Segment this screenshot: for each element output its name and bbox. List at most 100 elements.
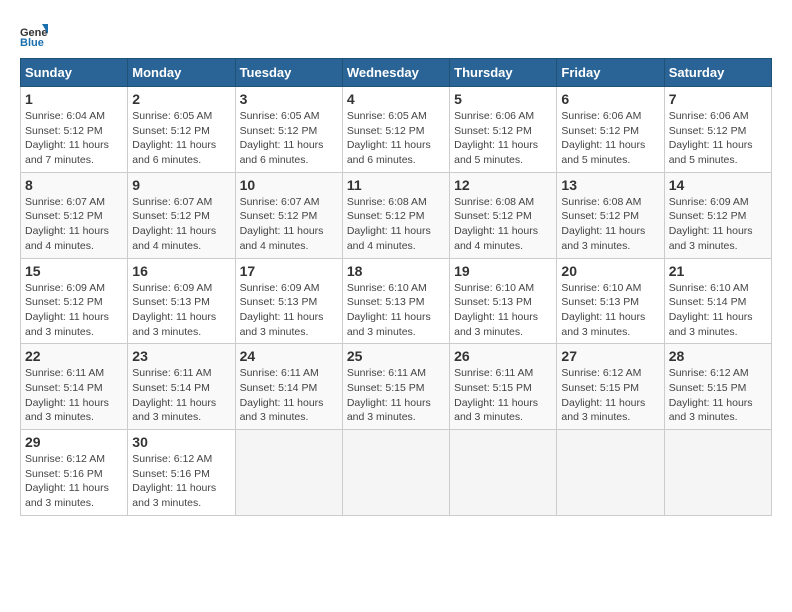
day-number: 4: [347, 91, 445, 107]
day-number: 21: [669, 263, 767, 279]
calendar-day-cell: 18 Sunrise: 6:10 AM Sunset: 5:13 PM Dayl…: [342, 258, 449, 344]
weekday-header: Sunday: [21, 59, 128, 87]
day-info: Sunrise: 6:11 AM Sunset: 5:15 PM Dayligh…: [347, 366, 445, 425]
header: General Blue: [20, 20, 772, 48]
day-info: Sunrise: 6:09 AM Sunset: 5:13 PM Dayligh…: [240, 281, 338, 340]
calendar-day-cell: 30 Sunrise: 6:12 AM Sunset: 5:16 PM Dayl…: [128, 430, 235, 516]
calendar-day-cell: 29 Sunrise: 6:12 AM Sunset: 5:16 PM Dayl…: [21, 430, 128, 516]
day-info: Sunrise: 6:10 AM Sunset: 5:13 PM Dayligh…: [561, 281, 659, 340]
day-number: 24: [240, 348, 338, 364]
calendar-day-cell: [235, 430, 342, 516]
day-info: Sunrise: 6:07 AM Sunset: 5:12 PM Dayligh…: [132, 195, 230, 254]
day-number: 9: [132, 177, 230, 193]
day-number: 6: [561, 91, 659, 107]
day-number: 14: [669, 177, 767, 193]
calendar-day-cell: 22 Sunrise: 6:11 AM Sunset: 5:14 PM Dayl…: [21, 344, 128, 430]
day-info: Sunrise: 6:06 AM Sunset: 5:12 PM Dayligh…: [561, 109, 659, 168]
calendar-day-cell: 5 Sunrise: 6:06 AM Sunset: 5:12 PM Dayli…: [450, 87, 557, 173]
calendar-table: SundayMondayTuesdayWednesdayThursdayFrid…: [20, 58, 772, 516]
day-number: 12: [454, 177, 552, 193]
day-info: Sunrise: 6:05 AM Sunset: 5:12 PM Dayligh…: [240, 109, 338, 168]
day-number: 5: [454, 91, 552, 107]
calendar-day-cell: 17 Sunrise: 6:09 AM Sunset: 5:13 PM Dayl…: [235, 258, 342, 344]
calendar-day-cell: 12 Sunrise: 6:08 AM Sunset: 5:12 PM Dayl…: [450, 172, 557, 258]
calendar-day-cell: 10 Sunrise: 6:07 AM Sunset: 5:12 PM Dayl…: [235, 172, 342, 258]
day-info: Sunrise: 6:08 AM Sunset: 5:12 PM Dayligh…: [561, 195, 659, 254]
calendar-day-cell: 27 Sunrise: 6:12 AM Sunset: 5:15 PM Dayl…: [557, 344, 664, 430]
day-info: Sunrise: 6:12 AM Sunset: 5:16 PM Dayligh…: [25, 452, 123, 511]
weekday-header: Monday: [128, 59, 235, 87]
day-number: 28: [669, 348, 767, 364]
calendar-day-cell: 23 Sunrise: 6:11 AM Sunset: 5:14 PM Dayl…: [128, 344, 235, 430]
day-info: Sunrise: 6:09 AM Sunset: 5:12 PM Dayligh…: [669, 195, 767, 254]
day-info: Sunrise: 6:11 AM Sunset: 5:14 PM Dayligh…: [25, 366, 123, 425]
day-info: Sunrise: 6:10 AM Sunset: 5:13 PM Dayligh…: [454, 281, 552, 340]
day-number: 8: [25, 177, 123, 193]
day-number: 25: [347, 348, 445, 364]
day-info: Sunrise: 6:12 AM Sunset: 5:16 PM Dayligh…: [132, 452, 230, 511]
calendar-day-cell: 25 Sunrise: 6:11 AM Sunset: 5:15 PM Dayl…: [342, 344, 449, 430]
day-info: Sunrise: 6:11 AM Sunset: 5:14 PM Dayligh…: [240, 366, 338, 425]
calendar-week-row: 8 Sunrise: 6:07 AM Sunset: 5:12 PM Dayli…: [21, 172, 772, 258]
day-info: Sunrise: 6:10 AM Sunset: 5:13 PM Dayligh…: [347, 281, 445, 340]
day-number: 23: [132, 348, 230, 364]
calendar-week-row: 15 Sunrise: 6:09 AM Sunset: 5:12 PM Dayl…: [21, 258, 772, 344]
calendar-day-cell: 11 Sunrise: 6:08 AM Sunset: 5:12 PM Dayl…: [342, 172, 449, 258]
day-info: Sunrise: 6:10 AM Sunset: 5:14 PM Dayligh…: [669, 281, 767, 340]
calendar-day-cell: 8 Sunrise: 6:07 AM Sunset: 5:12 PM Dayli…: [21, 172, 128, 258]
calendar-day-cell: 19 Sunrise: 6:10 AM Sunset: 5:13 PM Dayl…: [450, 258, 557, 344]
day-info: Sunrise: 6:08 AM Sunset: 5:12 PM Dayligh…: [347, 195, 445, 254]
day-number: 13: [561, 177, 659, 193]
weekday-header: Friday: [557, 59, 664, 87]
calendar-day-cell: 9 Sunrise: 6:07 AM Sunset: 5:12 PM Dayli…: [128, 172, 235, 258]
day-number: 27: [561, 348, 659, 364]
day-number: 11: [347, 177, 445, 193]
day-number: 7: [669, 91, 767, 107]
weekday-header-row: SundayMondayTuesdayWednesdayThursdayFrid…: [21, 59, 772, 87]
calendar-day-cell: 6 Sunrise: 6:06 AM Sunset: 5:12 PM Dayli…: [557, 87, 664, 173]
day-info: Sunrise: 6:05 AM Sunset: 5:12 PM Dayligh…: [347, 109, 445, 168]
calendar-day-cell: 2 Sunrise: 6:05 AM Sunset: 5:12 PM Dayli…: [128, 87, 235, 173]
day-number: 17: [240, 263, 338, 279]
day-info: Sunrise: 6:12 AM Sunset: 5:15 PM Dayligh…: [561, 366, 659, 425]
day-info: Sunrise: 6:09 AM Sunset: 5:13 PM Dayligh…: [132, 281, 230, 340]
calendar-day-cell: 21 Sunrise: 6:10 AM Sunset: 5:14 PM Dayl…: [664, 258, 771, 344]
weekday-header: Wednesday: [342, 59, 449, 87]
calendar-day-cell: 1 Sunrise: 6:04 AM Sunset: 5:12 PM Dayli…: [21, 87, 128, 173]
logo-icon: General Blue: [20, 20, 48, 48]
calendar-day-cell: 15 Sunrise: 6:09 AM Sunset: 5:12 PM Dayl…: [21, 258, 128, 344]
day-number: 26: [454, 348, 552, 364]
day-number: 22: [25, 348, 123, 364]
calendar-day-cell: [557, 430, 664, 516]
svg-text:Blue: Blue: [20, 37, 44, 48]
day-info: Sunrise: 6:07 AM Sunset: 5:12 PM Dayligh…: [240, 195, 338, 254]
day-number: 10: [240, 177, 338, 193]
calendar-week-row: 22 Sunrise: 6:11 AM Sunset: 5:14 PM Dayl…: [21, 344, 772, 430]
day-info: Sunrise: 6:07 AM Sunset: 5:12 PM Dayligh…: [25, 195, 123, 254]
day-info: Sunrise: 6:09 AM Sunset: 5:12 PM Dayligh…: [25, 281, 123, 340]
calendar-day-cell: 24 Sunrise: 6:11 AM Sunset: 5:14 PM Dayl…: [235, 344, 342, 430]
calendar-day-cell: 26 Sunrise: 6:11 AM Sunset: 5:15 PM Dayl…: [450, 344, 557, 430]
calendar-week-row: 29 Sunrise: 6:12 AM Sunset: 5:16 PM Dayl…: [21, 430, 772, 516]
day-number: 15: [25, 263, 123, 279]
day-number: 18: [347, 263, 445, 279]
day-number: 29: [25, 434, 123, 450]
day-number: 16: [132, 263, 230, 279]
day-info: Sunrise: 6:06 AM Sunset: 5:12 PM Dayligh…: [454, 109, 552, 168]
calendar-day-cell: 20 Sunrise: 6:10 AM Sunset: 5:13 PM Dayl…: [557, 258, 664, 344]
calendar-day-cell: 28 Sunrise: 6:12 AM Sunset: 5:15 PM Dayl…: [664, 344, 771, 430]
day-info: Sunrise: 6:11 AM Sunset: 5:15 PM Dayligh…: [454, 366, 552, 425]
day-info: Sunrise: 6:11 AM Sunset: 5:14 PM Dayligh…: [132, 366, 230, 425]
day-info: Sunrise: 6:06 AM Sunset: 5:12 PM Dayligh…: [669, 109, 767, 168]
day-number: 1: [25, 91, 123, 107]
calendar-day-cell: 7 Sunrise: 6:06 AM Sunset: 5:12 PM Dayli…: [664, 87, 771, 173]
day-info: Sunrise: 6:04 AM Sunset: 5:12 PM Dayligh…: [25, 109, 123, 168]
day-number: 20: [561, 263, 659, 279]
calendar-day-cell: [664, 430, 771, 516]
day-number: 30: [132, 434, 230, 450]
logo: General Blue: [20, 20, 52, 48]
calendar-day-cell: 14 Sunrise: 6:09 AM Sunset: 5:12 PM Dayl…: [664, 172, 771, 258]
calendar-day-cell: [450, 430, 557, 516]
day-info: Sunrise: 6:12 AM Sunset: 5:15 PM Dayligh…: [669, 366, 767, 425]
day-number: 19: [454, 263, 552, 279]
